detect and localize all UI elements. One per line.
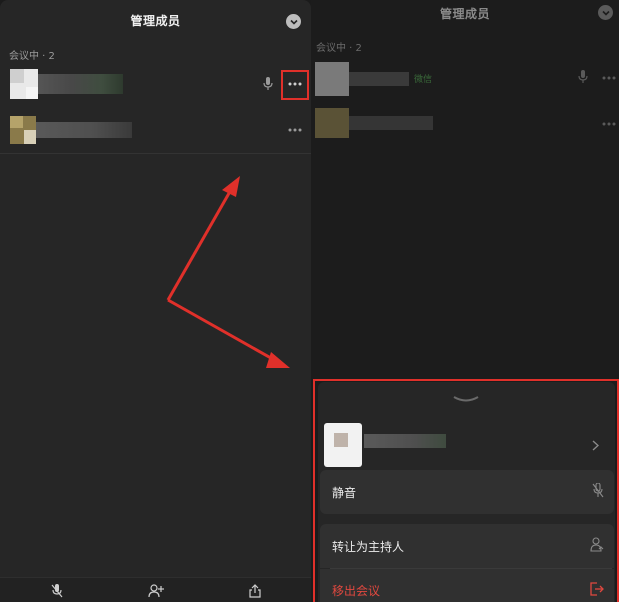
remove-from-meeting-label: 移出会议 — [332, 584, 381, 598]
member-name-blurred — [349, 116, 433, 130]
collapse-button[interactable] — [286, 14, 301, 29]
section-label-in-meeting: 会议中 · 2 — [9, 51, 55, 62]
avatar — [10, 116, 36, 144]
panel-title: 管理成员 — [130, 14, 181, 28]
chevron-down-icon — [289, 19, 298, 25]
member-row[interactable] — [0, 64, 311, 106]
chevron-down-icon — [601, 10, 610, 16]
divider — [0, 153, 311, 154]
panel-title: 管理成员 — [439, 7, 490, 21]
invite-member-icon[interactable] — [148, 583, 164, 602]
transfer-host-label: 转让为主持人 — [332, 540, 405, 554]
collapse-button[interactable] — [598, 5, 613, 20]
avatar — [324, 423, 362, 467]
more-options-icon[interactable] — [602, 122, 616, 126]
member-name-blurred — [349, 72, 409, 86]
section-label-in-meeting: 会议中 · 2 — [316, 43, 362, 54]
avatar — [10, 69, 38, 99]
host-transfer-icon — [590, 537, 604, 556]
more-options-icon[interactable] — [602, 76, 616, 80]
member-name-blurred — [36, 122, 132, 138]
chevron-right-icon — [592, 436, 600, 455]
member-row[interactable] — [0, 112, 311, 150]
highlight-annotation — [281, 70, 309, 100]
member-row[interactable]: 微信 — [311, 60, 619, 100]
member-name-blurred — [364, 434, 446, 448]
sheet-handle[interactable] — [452, 388, 480, 407]
member-tag: 微信 — [414, 75, 433, 85]
mute-label: 静音 — [332, 486, 357, 500]
remove-from-meeting-button[interactable]: 移出会议 — [320, 569, 614, 602]
microphone-icon — [578, 70, 588, 84]
member-list-panel: 管理成员 会议中 · 2 — [0, 0, 311, 602]
avatar — [315, 108, 349, 138]
mute-all-icon[interactable] — [51, 583, 63, 602]
bottom-toolbar — [0, 577, 311, 602]
more-options-icon[interactable] — [288, 128, 302, 132]
mute-button[interactable]: 静音 — [320, 470, 614, 514]
share-icon[interactable] — [249, 583, 261, 602]
mic-muted-icon — [592, 482, 604, 502]
member-row[interactable] — [311, 106, 619, 142]
exit-icon — [590, 581, 604, 600]
avatar — [315, 62, 349, 96]
transfer-host-button[interactable]: 转让为主持人 — [320, 524, 614, 568]
microphone-icon — [263, 77, 273, 91]
selected-member-row[interactable] — [318, 420, 615, 470]
member-name-blurred — [38, 74, 123, 94]
